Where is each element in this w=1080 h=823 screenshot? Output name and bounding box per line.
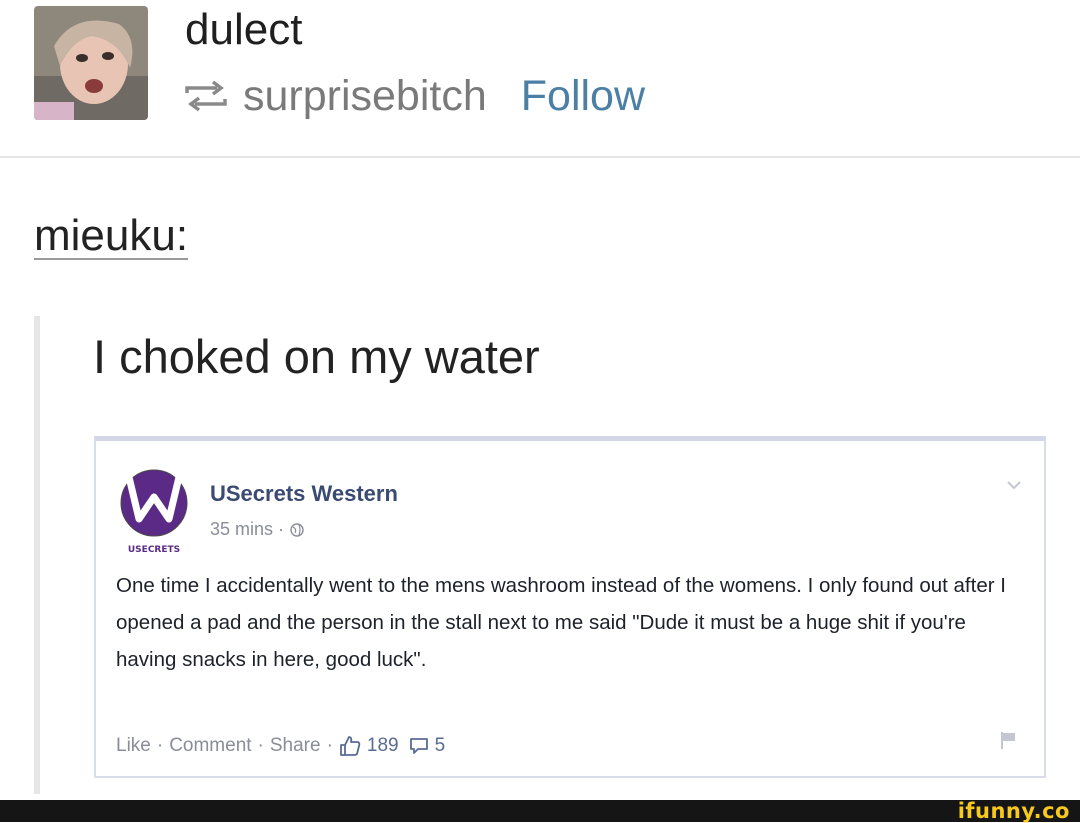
share-action[interactable]: Share bbox=[270, 735, 321, 757]
header-divider bbox=[0, 156, 1080, 158]
meta-separator: · bbox=[273, 519, 285, 539]
facebook-post-text: One time I accidentally went to the mens… bbox=[116, 574, 1006, 671]
action-separator: · bbox=[156, 735, 164, 756]
avatar[interactable] bbox=[34, 6, 148, 120]
like-icon[interactable] bbox=[339, 735, 361, 757]
post-time[interactable]: 35 mins bbox=[210, 519, 273, 540]
post-actions: Like · Comment · Share · 189 5 bbox=[116, 735, 445, 757]
facebook-post-card: USECRETS USecrets Western 35 mins · One … bbox=[94, 436, 1046, 778]
quote-text: I choked on my water bbox=[93, 330, 540, 383]
like-count: 189 bbox=[366, 735, 399, 756]
post-meta: 35 mins · bbox=[210, 519, 304, 540]
comment-icon[interactable] bbox=[409, 737, 429, 755]
like-action[interactable]: Like bbox=[116, 735, 151, 757]
chevron-down-icon[interactable] bbox=[1006, 479, 1022, 491]
flag-icon[interactable] bbox=[1000, 731, 1016, 749]
follow-button[interactable]: Follow bbox=[521, 74, 645, 118]
reblog-row: surprisebitch Follow bbox=[183, 71, 645, 121]
usecrets-logo: USECRETS bbox=[120, 469, 188, 555]
reblog-icon bbox=[185, 80, 227, 112]
comment-action[interactable]: Comment bbox=[169, 735, 251, 757]
ifunny-watermark: ifunny.co bbox=[957, 799, 1070, 823]
quote-bar bbox=[34, 316, 40, 794]
source-username[interactable]: mieuku: bbox=[34, 214, 188, 258]
footer-bar bbox=[0, 800, 1080, 822]
action-separator: · bbox=[257, 735, 264, 756]
globe-icon bbox=[290, 522, 304, 537]
blog-username[interactable]: dulect bbox=[185, 8, 302, 52]
reblogged-from-username[interactable]: surprisebitch bbox=[243, 74, 487, 118]
comment-count: 5 bbox=[434, 735, 446, 756]
logo-text: USECRETS bbox=[128, 545, 180, 555]
avatar-photo bbox=[34, 6, 148, 120]
action-separator: · bbox=[326, 735, 333, 756]
facebook-page-name[interactable]: USecrets Western bbox=[210, 481, 398, 507]
